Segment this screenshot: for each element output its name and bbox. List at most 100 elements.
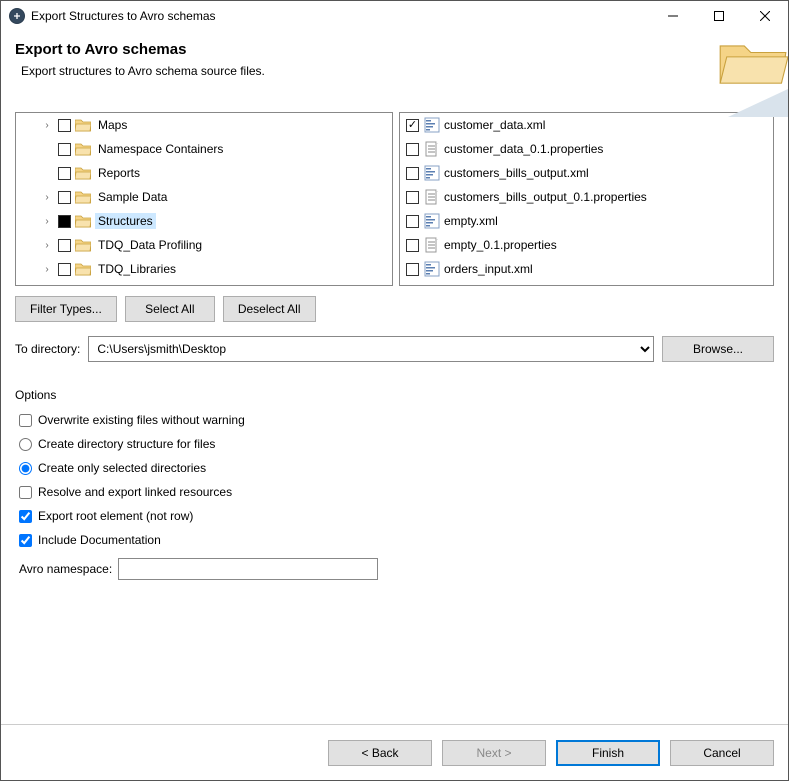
tree-checkbox[interactable] [58,239,71,252]
folder-icon [75,262,91,276]
tree-item[interactable]: › TDQ_Libraries [16,257,392,281]
include-doc-checkbox[interactable] [19,534,32,547]
tree-item-label[interactable]: Structures [95,213,156,229]
tree-checkbox[interactable] [58,215,71,228]
tree-item[interactable]: Namespace Containers [16,137,392,161]
dialog-header: Export to Avro schemas Export structures… [1,31,788,84]
filter-types-button[interactable]: Filter Types... [15,296,117,322]
window-title: Export Structures to Avro schemas [31,9,216,23]
xml-file-icon [424,261,440,277]
back-button[interactable]: < Back [328,740,432,766]
close-button[interactable] [742,1,788,31]
file-item[interactable]: customers_bills_output_0.1.properties [400,185,773,209]
folder-icon [75,166,91,180]
expander-icon[interactable]: › [40,264,54,275]
next-button[interactable]: Next > [442,740,546,766]
xml-file-icon [424,213,440,229]
xml-file-icon [424,117,440,133]
file-name: empty_0.1.properties [444,238,557,252]
resolve-linked-checkbox[interactable] [19,486,32,499]
file-checkbox[interactable] [406,167,419,180]
options-group: Options Overwrite existing files without… [15,388,774,580]
file-name: orders_input.xml [444,262,533,276]
tree-checkbox[interactable] [58,119,71,132]
avro-namespace-label: Avro namespace: [19,562,112,576]
folder-icon [75,118,91,132]
tree-item-label[interactable]: businessProcess [95,285,192,286]
tree-item[interactable]: › Sample Data [16,185,392,209]
file-name: empty.xml [444,214,498,228]
tree-checkbox[interactable] [58,263,71,276]
source-tree-pane[interactable]: › Maps Namespace Containers Reports › Sample … [15,112,393,286]
cancel-button[interactable]: Cancel [670,740,774,766]
tree-item[interactable]: › Structures [16,209,392,233]
create-only-selected-radio[interactable] [19,462,32,475]
resolve-linked-label[interactable]: Resolve and export linked resources [38,485,232,499]
directory-input[interactable]: C:\Users\jsmith\Desktop [88,336,654,362]
expander-icon[interactable]: › [40,192,54,203]
tree-item-label[interactable]: TDQ_Data Profiling [95,237,205,253]
file-name: customer_data_0.1.properties [444,142,603,156]
dialog-footer: < Back Next > Finish Cancel [1,724,788,780]
file-item[interactable]: empty_0.1.properties [400,233,773,257]
tree-checkbox[interactable] [58,191,71,204]
tree-item-label[interactable]: Namespace Containers [95,141,226,157]
tree-item[interactable]: Reports [16,161,392,185]
file-list-pane[interactable]: customer_data.xml customer_data_0.1.prope… [399,112,774,286]
include-doc-label[interactable]: Include Documentation [38,533,161,547]
properties-file-icon [424,141,440,157]
file-item[interactable]: empty.xml [400,209,773,233]
deselect-all-button[interactable]: Deselect All [223,296,316,322]
file-name: customers_bills_output_0.1.properties [444,190,647,204]
file-name: customers_bills_output.xml [444,166,589,180]
file-checkbox[interactable] [406,191,419,204]
folder-icon [75,238,91,252]
directory-label: To directory: [15,342,80,356]
maximize-button[interactable] [696,1,742,31]
tree-item-label[interactable]: Sample Data [95,189,170,205]
properties-file-icon [424,237,440,253]
avro-namespace-input[interactable] [118,558,378,580]
titlebar: Export Structures to Avro schemas [1,1,788,31]
folder-icon [75,214,91,228]
tree-item[interactable]: › TDQ_Data Profiling [16,233,392,257]
browse-button[interactable]: Browse... [662,336,774,362]
overwrite-checkbox[interactable] [19,414,32,427]
file-checkbox[interactable] [406,263,419,276]
file-item[interactable]: customer_data_0.1.properties [400,137,773,161]
export-root-label[interactable]: Export root element (not row) [38,509,193,523]
select-all-button[interactable]: Select All [125,296,215,322]
tree-item-label[interactable]: Reports [95,165,143,181]
file-checkbox[interactable] [406,143,419,156]
tree-checkbox[interactable] [58,143,71,156]
expander-icon[interactable]: › [40,216,54,227]
create-dir-structure-label[interactable]: Create directory structure for files [38,437,215,451]
expander-icon[interactable]: › [40,120,54,131]
overwrite-label[interactable]: Overwrite existing files without warning [38,413,245,427]
create-only-selected-label[interactable]: Create only selected directories [38,461,206,475]
xml-file-icon [424,165,440,181]
page-title: Export to Avro schemas [15,41,774,58]
export-root-checkbox[interactable] [19,510,32,523]
options-legend: Options [15,388,774,402]
expander-icon[interactable]: › [40,240,54,251]
minimize-button[interactable] [650,1,696,31]
app-icon [9,8,25,24]
folder-icon [75,190,91,204]
file-checkbox[interactable] [406,119,419,132]
finish-button[interactable]: Finish [556,740,660,766]
folder-icon [75,142,91,156]
create-dir-structure-radio[interactable] [19,438,32,451]
tree-item-label[interactable]: TDQ_Libraries [95,261,179,277]
file-item[interactable]: customers_bills_output.xml [400,161,773,185]
file-checkbox[interactable] [406,215,419,228]
file-name: customer_data.xml [444,118,545,132]
tree-checkbox[interactable] [58,167,71,180]
tree-item-label[interactable]: Maps [95,117,130,133]
tree-item[interactable]: › Maps [16,113,392,137]
tree-item[interactable]: ›businessProcess [16,281,392,286]
file-checkbox[interactable] [406,239,419,252]
file-item[interactable]: customer_data.xml [400,113,773,137]
file-item[interactable]: orders_input.xml [400,257,773,281]
page-subtitle: Export structures to Avro schema source … [21,64,774,78]
